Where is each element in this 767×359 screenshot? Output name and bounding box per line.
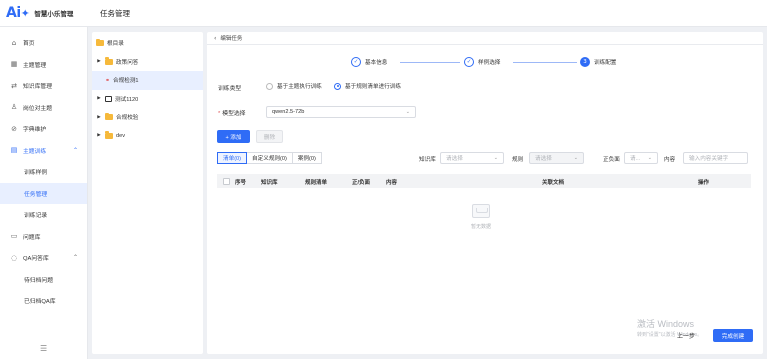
sidebar-item-dictionary[interactable]: ⊘ 字典维护 xyxy=(0,118,87,140)
step-training-config: 3 训练配置 xyxy=(580,57,616,67)
tab-checklist[interactable]: 清单(0) xyxy=(217,152,248,164)
app-name: 智慧小乐管理 xyxy=(34,11,74,18)
column-header: 关联文档 xyxy=(542,180,565,186)
main-panel: ‹ 编辑任务 ✓ 基本信息 ✓ 样例选择 3 训练配置 训练类型 基于主题执行训… xyxy=(207,32,763,354)
step-indicator: ✓ 基本信息 ✓ 样例选择 3 训练配置 xyxy=(207,57,763,71)
sidebar-item-post-topic[interactable]: ♙ 岗位对主题 xyxy=(0,97,87,119)
model-label: * 模型选择 xyxy=(218,111,246,117)
grid-icon: ▦ xyxy=(10,60,18,69)
link-icon: ⚭ xyxy=(105,76,111,84)
link-icon: ⊘ xyxy=(11,124,17,133)
previous-step-button[interactable]: 上一步 xyxy=(677,331,695,340)
collapse-menu-icon[interactable]: ☰ xyxy=(40,344,47,353)
step-number: 3 xyxy=(580,57,590,67)
content-search-input[interactable]: 输入内容关键字 xyxy=(683,152,748,164)
chat-icon: ◌ xyxy=(10,253,18,262)
folder-icon xyxy=(105,57,113,65)
column-header: 操作 xyxy=(698,180,710,186)
step-sample-selection: ✓ 样例选择 xyxy=(464,57,500,67)
chevron-down-icon: ⌄ xyxy=(405,109,410,115)
chevron-down-icon: ⌄ xyxy=(493,155,498,161)
rule-filter-select[interactable]: 请选择 ⌄ xyxy=(529,152,584,164)
step-connector xyxy=(400,62,460,63)
folder-icon xyxy=(105,112,113,121)
tab-custom-rules[interactable]: 自定义规则(0) xyxy=(246,152,293,164)
kb-filter-label: 知识库 xyxy=(419,157,436,163)
sidebar-item-task-management[interactable]: 任务管理 xyxy=(0,182,87,204)
radio-button[interactable] xyxy=(334,82,341,90)
chevron-down-icon: ⌄ xyxy=(647,155,652,161)
sidebar-item-question-bank[interactable]: ▭ 问题库 xyxy=(0,226,87,248)
swap-icon: ⇄ xyxy=(11,81,17,90)
chevron-down-icon: ⌄ xyxy=(573,155,578,161)
radio-train-by-rules[interactable]: 基于规则清单进行训练 xyxy=(334,82,401,90)
column-header: 序号 xyxy=(235,180,247,186)
book-icon: ▤ xyxy=(10,146,18,155)
caret-right-icon[interactable]: ▶ xyxy=(96,115,102,120)
tree-node[interactable]: ⚭ 合规检测1 xyxy=(92,71,203,90)
sidebar-item-training-samples[interactable]: 训练样例 xyxy=(0,161,87,183)
back-button[interactable]: ‹ 编辑任务 xyxy=(207,32,763,45)
sidebar-item-training-records[interactable]: 训练记录 xyxy=(0,204,87,226)
radio-button[interactable] xyxy=(266,82,273,90)
empty-state: 暂无数据 xyxy=(461,204,501,230)
table-header: 序号 知识库 规则清单 正/负面 内容 关联文档 操作 xyxy=(217,174,751,188)
person-icon: ♙ xyxy=(10,103,18,112)
sidebar-item-pending-questions[interactable]: 待归档问题 xyxy=(0,269,87,291)
chevron-up-icon: ⌃ xyxy=(72,146,78,154)
step-connector xyxy=(513,62,577,63)
check-icon: ✓ xyxy=(351,57,361,67)
finish-create-button[interactable]: 完成创建 xyxy=(713,329,753,342)
cabinet-icon xyxy=(105,95,112,102)
sidebar-item-qa-library[interactable]: ◌ QA问答库 ⌃ xyxy=(0,247,87,269)
sidebar: ⌂ 首页 ▦ 主题管理 ⇄ 知识库管理 ♙ 岗位对主题 ⊘ 字典维护 ▤ 主题训练 ⌃ 训练样… xyxy=(0,27,88,359)
check-icon: ✓ xyxy=(464,57,474,67)
tab-cases[interactable]: 案例(0) xyxy=(291,152,322,164)
tree-node[interactable]: ▶ 测试1120 xyxy=(92,90,203,109)
inbox-icon: ▭ xyxy=(10,232,18,241)
list-tabs: 清单(0) 自定义规则(0) 案例(0) xyxy=(217,152,322,164)
caret-right-icon[interactable]: ▶ xyxy=(96,96,102,101)
logo-mark: Ai✦ xyxy=(6,5,30,21)
sidebar-item-home[interactable]: ⌂ 首页 xyxy=(0,32,87,54)
tree-node[interactable]: ▶ 合规校验 xyxy=(92,108,203,127)
app-logo[interactable]: Ai✦ 智慧小乐管理 xyxy=(0,5,90,21)
sidebar-item-knowledge-base[interactable]: ⇄ 知识库管理 xyxy=(0,75,87,97)
tree-node[interactable]: ▶ dev xyxy=(92,127,203,146)
tree-node[interactable]: ▶ 政策问答 xyxy=(92,53,203,72)
content-filter-label: 内容 xyxy=(664,157,676,163)
column-header: 规则清单 xyxy=(305,180,328,186)
category-tree: 根目录 ▶ 政策问答 ⚭ 合规检测1 ▶ 测试1120 ▶ 合规校验 ▶ dev xyxy=(92,32,203,354)
folder-icon xyxy=(96,38,104,47)
delete-button[interactable]: 删除 xyxy=(256,130,283,143)
column-header: 内容 xyxy=(386,180,398,186)
kb-filter-select[interactable]: 请选择 ⌄ xyxy=(440,152,504,164)
tree-node-root[interactable]: 根目录 xyxy=(92,34,203,53)
top-bar: Ai✦ 智慧小乐管理 任务管理 xyxy=(0,0,767,27)
rule-filter-label: 规则 xyxy=(512,157,524,163)
radio-train-by-topic[interactable]: 基于主题执行训练 xyxy=(266,82,322,90)
column-header: 知识库 xyxy=(261,180,278,186)
chevron-left-icon: ‹ xyxy=(214,34,217,42)
polarity-filter-label: 正负面 xyxy=(603,157,620,163)
step-basic-info: ✓ 基本信息 xyxy=(351,57,387,67)
add-button[interactable]: + 添加 xyxy=(217,130,250,143)
select-all-checkbox[interactable] xyxy=(223,177,230,185)
chevron-up-icon: ⌃ xyxy=(72,254,78,262)
caret-right-icon[interactable]: ▶ xyxy=(96,133,102,138)
empty-box-icon xyxy=(472,204,490,218)
page-title: 任务管理 xyxy=(100,8,130,18)
column-header: 正/负面 xyxy=(352,180,371,186)
sidebar-item-topic-training[interactable]: ▤ 主题训练 ⌃ xyxy=(0,140,87,162)
polarity-filter-select[interactable]: 请... ⌄ xyxy=(624,152,658,164)
folder-icon xyxy=(105,131,113,139)
model-select[interactable]: qwen2.5-72b ⌄ xyxy=(266,106,416,118)
sidebar-item-topic-management[interactable]: ▦ 主题管理 xyxy=(0,54,87,76)
caret-right-icon[interactable]: ▶ xyxy=(96,59,102,64)
train-type-label: 训练类型 xyxy=(218,86,242,92)
sidebar-item-archived-qa[interactable]: 已归档QA库 xyxy=(0,290,87,312)
home-icon: ⌂ xyxy=(11,38,17,47)
